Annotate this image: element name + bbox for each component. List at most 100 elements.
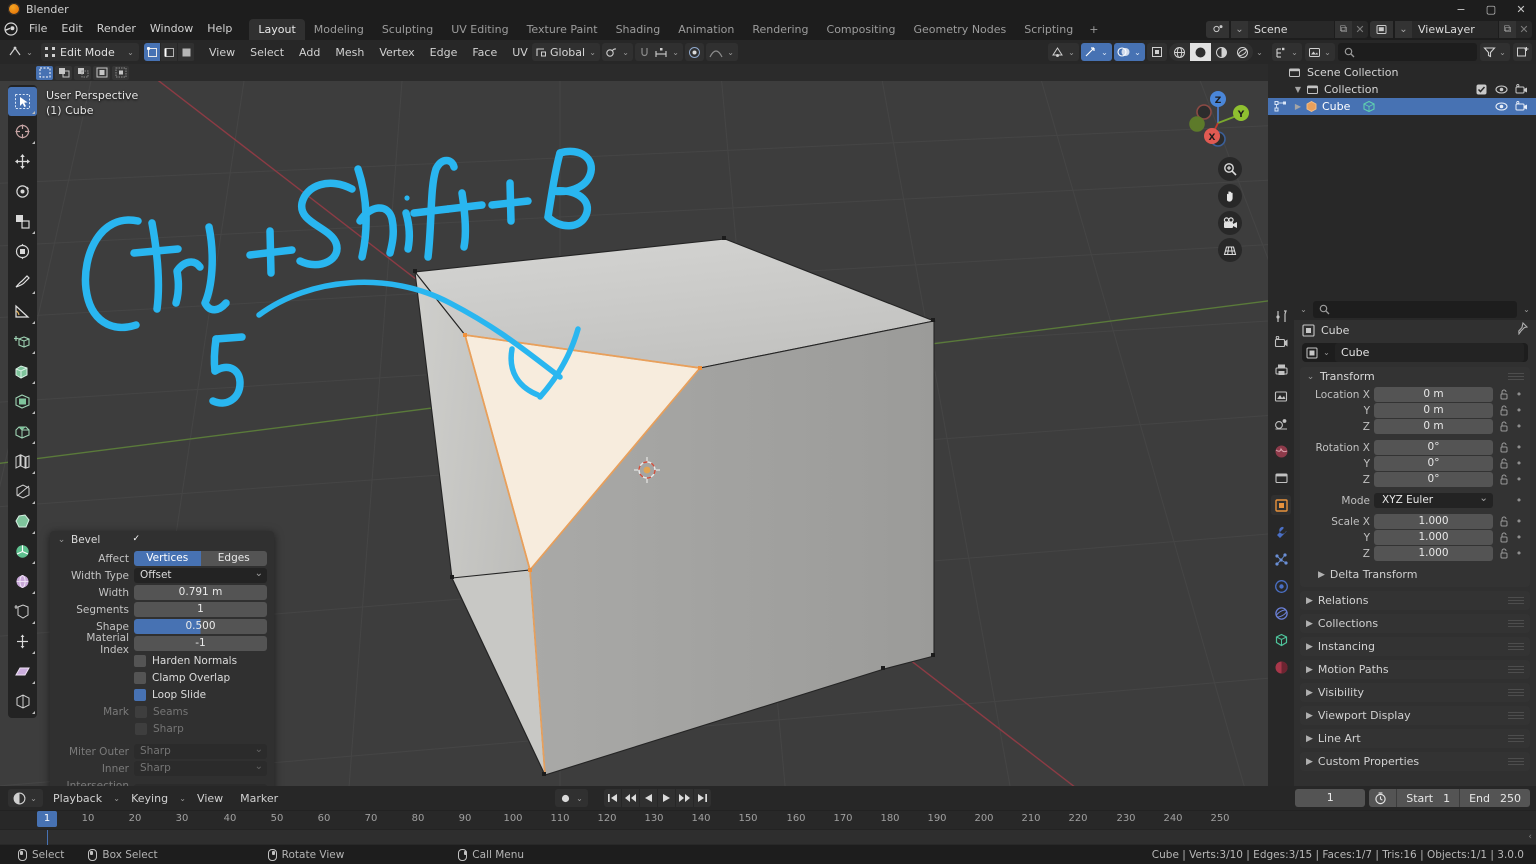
outliner-new-collection-button[interactable]	[1513, 43, 1532, 61]
scene-dropdown-chevron-icon[interactable]: ⌄	[1230, 20, 1248, 38]
location-x-lock-icon[interactable]	[1497, 389, 1510, 400]
tab-object-properties[interactable]	[1271, 495, 1291, 515]
tab-physics-properties[interactable]	[1271, 576, 1291, 596]
add-workspace-button[interactable]: +	[1082, 19, 1105, 40]
shading-popover-chevron-icon[interactable]: ⌄	[1255, 48, 1264, 57]
viewport-menu-uv[interactable]: UV	[505, 44, 535, 61]
menu-edit[interactable]: Edit	[54, 20, 89, 38]
rip-region-tool-button[interactable]	[8, 687, 37, 716]
vertex-select-mode-button[interactable]	[144, 43, 161, 61]
width-field[interactable]: 0.791 m	[134, 585, 267, 600]
rotation-x-lock-icon[interactable]	[1497, 442, 1510, 453]
transform-panel-header[interactable]: ⌄ Transform	[1300, 367, 1530, 386]
tab-render[interactable]	[1271, 333, 1291, 353]
viewlayer-selector[interactable]: ⌄ ViewLayer ⧉ ✕	[1370, 20, 1532, 38]
location-z-lock-icon[interactable]	[1497, 421, 1510, 432]
outliner-row-collection[interactable]: ▼ Collection	[1268, 81, 1536, 98]
scene-selector[interactable]: ⌄ Scene ⧉ ✕	[1206, 20, 1368, 38]
viewport-menu-select[interactable]: Select	[243, 44, 291, 61]
edge-select-mode-button[interactable]	[161, 43, 178, 61]
play-reverse-button[interactable]	[640, 789, 657, 807]
tab-scripting[interactable]: Scripting	[1015, 19, 1082, 40]
miter-outer-dropdown[interactable]: Sharp	[134, 742, 267, 759]
shear-tool-button[interactable]	[8, 657, 37, 686]
tab-collection-properties[interactable]	[1271, 468, 1291, 488]
viewport-menu-view[interactable]: View	[202, 44, 242, 61]
affect-vertices-button[interactable]: Vertices	[134, 551, 201, 566]
play-button[interactable]	[658, 789, 675, 807]
collection-hide-eye-icon[interactable]	[1493, 84, 1510, 95]
timeline-ruler[interactable]: 10 20 30 40 50 60 70 80 90 100 110 120 1…	[0, 810, 1536, 829]
select-box-tool-button[interactable]	[8, 117, 37, 146]
close-button[interactable]: ✕	[1506, 0, 1536, 18]
mark-sharp-checkbox[interactable]	[135, 722, 147, 735]
knife-tool-button[interactable]	[8, 477, 37, 506]
annotate-tool-button[interactable]	[8, 267, 37, 296]
3d-viewport[interactable]: User Perspective (1) Cube Z Y X ⌄ Bevel …	[0, 81, 1268, 786]
shape-slider[interactable]: 0.500	[134, 619, 267, 634]
rotation-y-lock-icon[interactable]	[1497, 458, 1510, 469]
move-tool-button[interactable]	[8, 147, 37, 176]
zoom-icon[interactable]	[1218, 157, 1242, 181]
extrude-region-tool-button[interactable]	[8, 357, 37, 386]
auto-keying-toggle[interactable]: ⌄	[555, 789, 588, 807]
rotation-x-animate-dot[interactable]: •	[1514, 441, 1524, 454]
location-y-lock-icon[interactable]	[1497, 405, 1510, 416]
timeline-scroll-arrow-icon[interactable]: ‹	[1528, 832, 1532, 842]
outliner-search-input[interactable]	[1338, 43, 1477, 61]
affect-edges-button[interactable]: Edges	[200, 551, 267, 566]
menu-file[interactable]: File	[22, 20, 54, 38]
scale-y-animate-dot[interactable]: •	[1514, 531, 1524, 544]
rotation-y-animate-dot[interactable]: •	[1514, 457, 1524, 470]
outliner-row-scene-collection[interactable]: Scene Collection	[1268, 64, 1536, 81]
rotation-x-field[interactable]: 0°	[1374, 440, 1493, 455]
tab-texture-paint[interactable]: Texture Paint	[518, 19, 607, 40]
tab-constraint-properties[interactable]	[1271, 603, 1291, 623]
loop-slide-checkbox[interactable]: ✓	[132, 534, 146, 701]
viewport-menu-add[interactable]: Add	[292, 44, 327, 61]
scale-z-field[interactable]: 1.000	[1374, 546, 1493, 561]
scale-x-field[interactable]: 1.000	[1374, 514, 1493, 529]
smooth-tool-button[interactable]	[8, 567, 37, 596]
gizmo-toggle[interactable]: ⌄	[1081, 43, 1112, 61]
add-cube-tool-button[interactable]	[8, 327, 37, 356]
tab-world[interactable]	[1271, 441, 1291, 461]
snap-controls[interactable]: ⌄	[635, 43, 684, 61]
scale-y-lock-icon[interactable]	[1497, 532, 1510, 543]
bevel-panel-header[interactable]: ⌄ Bevel	[50, 531, 274, 549]
outliner-display-mode-button[interactable]: ⌄	[1305, 43, 1335, 61]
menu-render[interactable]: Render	[90, 20, 143, 38]
panel-viewport-display[interactable]: ▶ Viewport Display	[1300, 706, 1530, 725]
face-select-mode-button[interactable]	[178, 43, 195, 61]
toggle-perspective-icon[interactable]	[1218, 238, 1242, 262]
rotation-z-field[interactable]: 0°	[1374, 472, 1493, 487]
select-intersect-tool-button[interactable]	[112, 65, 129, 80]
new-viewlayer-button[interactable]: ⧉	[1498, 20, 1516, 38]
delta-transform-subpanel[interactable]: ▶ Delta Transform	[1318, 566, 1524, 583]
location-x-field[interactable]: 0 m	[1374, 387, 1493, 402]
properties-editor-chevron-icon[interactable]: ⌄	[1299, 305, 1308, 314]
select-subtract-tool-button[interactable]	[74, 65, 91, 80]
editor-type-button[interactable]: ⌄	[4, 43, 38, 61]
pin-icon[interactable]	[1515, 321, 1529, 338]
outliner-editor[interactable]: ⌄ ⌄ ⌄ Scene Collection ▼ Collection ▶ Cu…	[1268, 40, 1536, 298]
scene-name[interactable]: Scene	[1248, 21, 1334, 38]
material-index-field[interactable]: -1	[134, 636, 267, 651]
rotation-mode-animate-dot[interactable]: •	[1514, 494, 1524, 507]
properties-options-chevron-icon[interactable]: ⌄	[1522, 305, 1531, 314]
panel-visibility[interactable]: ▶ Visibility	[1300, 683, 1530, 702]
poly-build-tool-button[interactable]	[8, 507, 37, 536]
scale-tool-button[interactable]	[8, 207, 37, 236]
viewport-menu-mesh[interactable]: Mesh	[328, 44, 371, 61]
edge-slide-tool-button[interactable]	[8, 597, 37, 626]
panel-relations[interactable]: ▶ Relations	[1300, 591, 1530, 610]
panel-collections[interactable]: ▶ Collections	[1300, 614, 1530, 633]
rotation-mode-dropdown[interactable]: XYZ Euler	[1374, 491, 1493, 508]
use-preview-range-button[interactable]	[1369, 789, 1396, 807]
solid-shading-button[interactable]	[1190, 43, 1211, 61]
panel-line-art[interactable]: ▶ Line Art	[1300, 729, 1530, 748]
timeline-menu-keying[interactable]: Keying	[124, 790, 175, 807]
outliner-row-cube[interactable]: ▶ Cube	[1268, 98, 1536, 115]
start-frame-field[interactable]: Start 1	[1397, 789, 1459, 807]
overlays-toggle[interactable]: ⌄	[1114, 43, 1145, 61]
